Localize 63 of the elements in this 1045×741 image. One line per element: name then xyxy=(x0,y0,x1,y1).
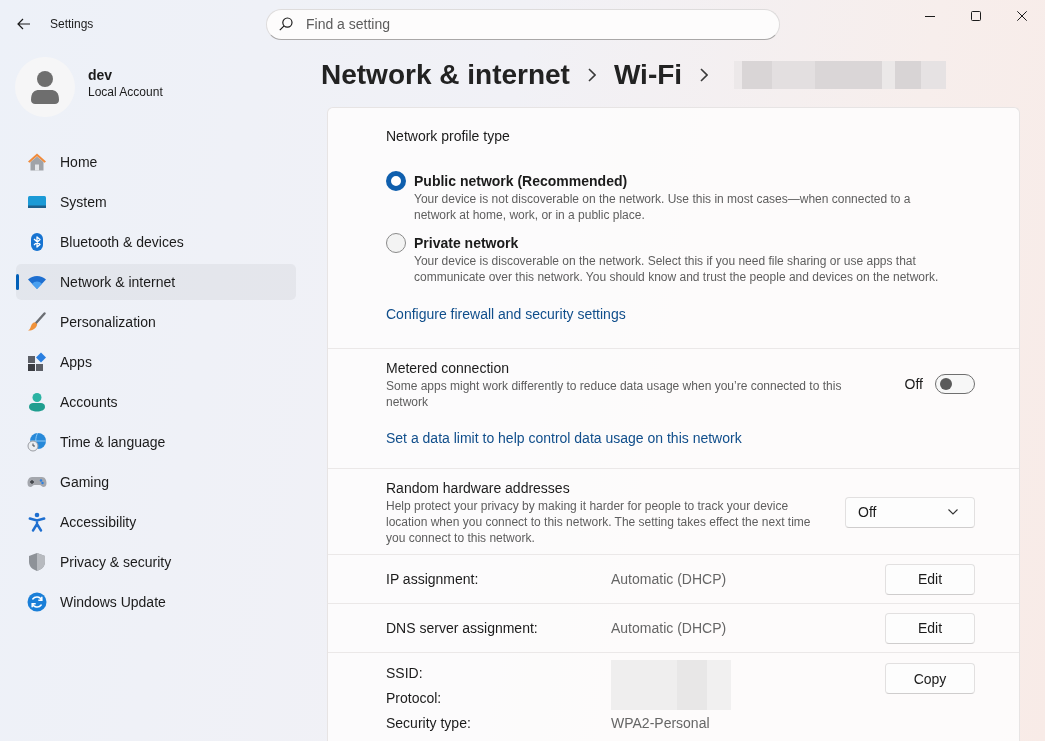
edit-button[interactable]: Edit xyxy=(885,563,975,595)
setting-value: Automatic (DHCP) xyxy=(611,571,727,587)
nav-item[interactable]: Accessibility xyxy=(16,504,296,540)
firewall-settings-link[interactable]: Configure firewall and security settings xyxy=(386,306,626,322)
option-description: Your device is discoverable on the network. Select this if you need file sharing or use apps that communicate over this network. You should know and trust the people and devices on the network. xyxy=(414,253,940,285)
edit-button[interactable]: Edit xyxy=(885,612,975,644)
copy-button[interactable]: Copy xyxy=(885,663,975,694)
minimize-icon[interactable] xyxy=(925,15,935,17)
shield-icon xyxy=(27,552,47,572)
nav-item[interactable]: Time & language xyxy=(16,424,296,460)
accessibility-icon xyxy=(27,512,47,532)
nav-item[interactable]: Windows Update xyxy=(16,584,296,620)
setting-description: Help protect your privacy by making it harder for people to track your device location when you connect to this network. The setting takes effect the next time you connect to this network. xyxy=(386,498,812,546)
nav-item[interactable]: Apps xyxy=(16,344,296,380)
nav-item[interactable]: Privacy & security xyxy=(16,544,296,580)
nav-item[interactable]: Accounts xyxy=(16,384,296,420)
selection-indicator xyxy=(16,274,19,290)
detail-value: WPA2-Personal xyxy=(611,714,710,731)
toggle-switch[interactable] xyxy=(935,374,975,394)
nav-item[interactable]: Network & internet xyxy=(16,264,296,300)
home-icon xyxy=(27,152,47,172)
setting-title: Metered connection xyxy=(386,359,510,378)
sync-icon xyxy=(27,592,47,612)
globe-clock-icon xyxy=(27,432,47,452)
data-limit-link[interactable]: Set a data limit to help control data usage on this network xyxy=(386,430,742,446)
setting-description: Some apps might work differently to reduce data usage when you’re connected to this network xyxy=(386,378,843,410)
account-name: dev xyxy=(88,66,114,84)
close-icon[interactable] xyxy=(1017,11,1027,21)
detail-label: SSID: xyxy=(386,664,424,681)
nav-item[interactable]: Home xyxy=(16,144,296,180)
nav-item[interactable]: Personalization xyxy=(16,304,296,340)
person-icon xyxy=(27,392,47,412)
toggle-state-label: Off xyxy=(904,376,923,392)
setting-value: Automatic (DHCP) xyxy=(611,620,727,636)
maximize-icon[interactable] xyxy=(971,11,981,21)
radio-button[interactable] xyxy=(386,233,406,253)
app-title: Settings xyxy=(50,17,94,31)
back-arrow-icon[interactable] xyxy=(17,18,31,30)
breadcrumb-item: Wi-Fi xyxy=(613,58,683,92)
nav-item[interactable]: System xyxy=(16,184,296,220)
avatar-icon xyxy=(15,57,75,117)
chevron-right-icon xyxy=(587,68,596,82)
radio-button[interactable] xyxy=(386,171,406,191)
search-field[interactable]: Find a setting xyxy=(266,8,780,40)
setting-label: DNS server assignment: xyxy=(386,620,539,636)
dropdown[interactable]: Off xyxy=(845,496,975,528)
breadcrumb-item: Network & internet xyxy=(321,58,570,92)
setting-title: Random hardware addresses xyxy=(386,479,571,498)
option-label: Public network (Recommended) xyxy=(414,172,629,191)
paintbrush-icon xyxy=(27,312,47,332)
detail-label: Protocol: xyxy=(386,689,443,706)
section-title: Network profile type xyxy=(386,127,511,146)
nav-item[interactable]: Gaming xyxy=(16,464,296,500)
setting-label: IP assignment: xyxy=(386,571,480,587)
detail-label: Security type: xyxy=(386,714,472,731)
chevron-right-icon xyxy=(700,68,709,82)
nav-item[interactable]: Bluetooth & devices xyxy=(16,224,296,260)
option-description: Your device is not discoverable on the network. Use this in most cases—when connected to a network at home, work, or in a public place. xyxy=(414,191,912,223)
apps-grid-icon xyxy=(27,352,47,372)
option-label: Private network xyxy=(414,234,520,253)
account-type: Local Account xyxy=(88,84,163,100)
chevron-down-icon xyxy=(948,509,958,515)
search-icon xyxy=(279,16,293,31)
